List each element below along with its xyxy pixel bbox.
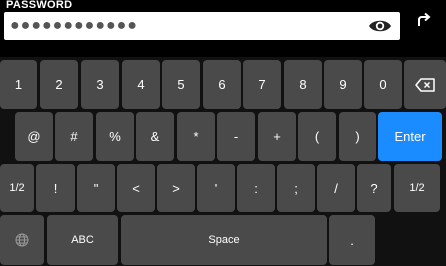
globe-icon — [15, 233, 29, 247]
on-screen-keyboard: 1 2 3 4 5 6 7 8 9 0 @ # % & * - + ( ) En… — [0, 57, 446, 266]
password-field[interactable]: ●●●●●●●●●●●● — [4, 12, 400, 40]
abc-key[interactable]: ABC — [47, 215, 118, 265]
enter-key[interactable]: Enter — [378, 112, 442, 161]
key-exclamation[interactable]: ! — [36, 164, 75, 212]
key-4[interactable]: 4 — [122, 60, 160, 109]
key-2[interactable]: 2 — [40, 60, 78, 109]
password-label: PASSWORD — [6, 0, 73, 11]
key-semicolon[interactable]: ; — [277, 164, 315, 212]
key-page-toggle-left[interactable]: 1/2 — [0, 164, 34, 212]
eye-icon[interactable] — [368, 16, 392, 36]
key-plus[interactable]: + — [258, 112, 296, 161]
key-page-toggle-right[interactable]: 1/2 — [394, 164, 440, 212]
undo-arrow-icon[interactable] — [416, 12, 432, 28]
key-1[interactable]: 1 — [0, 60, 37, 109]
key-close-paren[interactable]: ) — [339, 112, 376, 161]
key-9[interactable]: 9 — [324, 60, 362, 109]
key-less-than[interactable]: < — [117, 164, 155, 212]
key-open-paren[interactable]: ( — [298, 112, 336, 161]
key-at[interactable]: @ — [15, 112, 53, 161]
key-6[interactable]: 6 — [203, 60, 241, 109]
password-masked-value: ●●●●●●●●●●●● — [10, 17, 138, 34]
language-key[interactable] — [0, 215, 44, 265]
key-7[interactable]: 7 — [243, 60, 281, 109]
backspace-key[interactable] — [404, 60, 446, 109]
key-8[interactable]: 8 — [284, 60, 322, 109]
period-key[interactable]: . — [329, 215, 375, 265]
key-slash[interactable]: / — [317, 164, 355, 212]
space-key[interactable]: Space — [121, 215, 327, 265]
key-ampersand[interactable]: & — [136, 112, 174, 161]
key-colon[interactable]: : — [237, 164, 275, 212]
key-minus[interactable]: - — [217, 112, 255, 161]
key-3[interactable]: 3 — [81, 60, 119, 109]
key-hash[interactable]: # — [55, 112, 93, 161]
backspace-icon — [415, 77, 435, 92]
key-apostrophe[interactable]: ' — [197, 164, 235, 212]
key-question[interactable]: ? — [357, 164, 391, 212]
key-5[interactable]: 5 — [162, 60, 200, 109]
key-0[interactable]: 0 — [364, 60, 402, 109]
key-percent[interactable]: % — [96, 112, 134, 161]
key-asterisk[interactable]: * — [177, 112, 215, 161]
key-greater-than[interactable]: > — [157, 164, 195, 212]
key-double-quote[interactable]: " — [77, 164, 115, 212]
